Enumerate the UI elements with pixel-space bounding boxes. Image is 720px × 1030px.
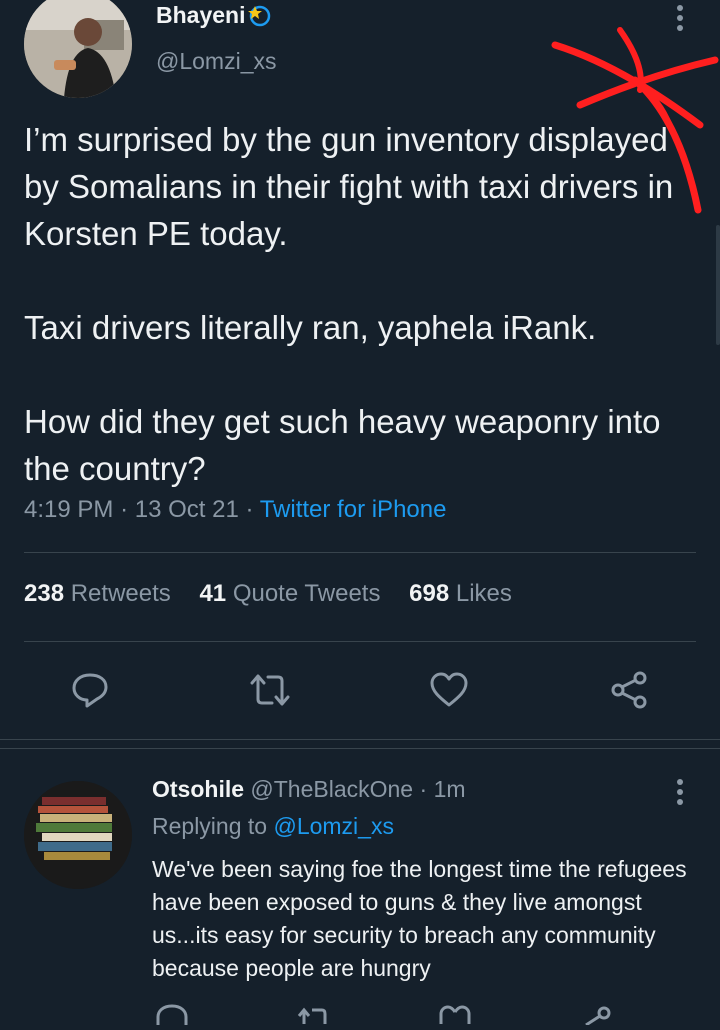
tweet-text: I’m surprised by the gun inventory displ… <box>24 121 674 487</box>
divider <box>0 748 720 749</box>
tweet-stats: 238 Retweets 41 Quote Tweets 698 Likes <box>24 580 534 608</box>
retweets-stat[interactable]: 238 Retweets <box>24 580 171 607</box>
share-icon <box>611 671 647 709</box>
scrollbar[interactable] <box>716 225 720 345</box>
reply-author-avatar[interactable] <box>24 781 132 889</box>
quotes-label: Quote Tweets <box>232 580 381 607</box>
likes-label: Likes <box>455 580 512 607</box>
reply-header: Otsohile @TheBlackOne · 1m <box>152 776 466 803</box>
reply-button[interactable] <box>68 668 112 712</box>
author-display-name[interactable]: Bhayeni <box>156 2 271 29</box>
reply-reply-button[interactable] <box>155 1003 189 1030</box>
author-avatar[interactable] <box>24 0 132 98</box>
meta-separator: · <box>419 776 434 802</box>
author-name-text: Bhayeni <box>156 2 246 28</box>
reply-display-name[interactable]: Otsohile <box>152 776 244 802</box>
more-vertical-icon[interactable] <box>670 4 690 34</box>
retweets-label: Retweets <box>70 580 171 607</box>
share-icon <box>585 1006 611 1027</box>
replying-prefix: Replying to <box>152 813 268 839</box>
author-handle[interactable]: @Lomzi_xs <box>156 48 277 75</box>
tweet-date[interactable]: 13 Oct 21 <box>135 496 239 523</box>
reply-time[interactable]: 1m <box>434 776 466 802</box>
divider <box>24 641 696 642</box>
replying-to-line: Replying to @Lomzi_xs <box>152 813 394 840</box>
reply-text: We've been saying foe the longest time t… <box>152 856 687 981</box>
divider <box>0 739 720 740</box>
replying-mention-link[interactable]: @Lomzi_xs <box>273 813 394 839</box>
share-button[interactable] <box>607 668 651 712</box>
like-button[interactable] <box>427 668 471 712</box>
likes-count: 698 <box>409 580 450 607</box>
quotes-count: 41 <box>199 580 227 607</box>
tweet-source-link[interactable]: Twitter for iPhone <box>260 496 447 523</box>
tweet-time[interactable]: 4:19 PM <box>24 496 113 523</box>
reply-icon <box>156 1004 188 1025</box>
likes-stat[interactable]: 698 Likes <box>409 580 512 607</box>
quotes-stat[interactable]: 41 Quote Tweets <box>199 580 380 607</box>
retweet-button[interactable] <box>248 668 292 712</box>
meta-separator: · <box>120 496 135 523</box>
heart-icon <box>439 1005 471 1024</box>
retweet-icon <box>297 1007 327 1024</box>
reply-handle[interactable]: @TheBlackOne <box>250 776 413 802</box>
retweets-count: 238 <box>24 580 65 607</box>
retweet-icon <box>250 674 290 706</box>
emoji-badge-icon <box>247 3 271 27</box>
more-vertical-icon[interactable] <box>670 778 690 808</box>
heart-icon <box>430 672 468 707</box>
reply-like-button[interactable] <box>438 1004 472 1029</box>
tweet-meta: 4:19 PM · 13 Oct 21 · Twitter for iPhone <box>24 496 446 524</box>
divider <box>24 552 696 553</box>
reply-icon <box>72 673 108 708</box>
reply-retweet-button[interactable] <box>296 1006 330 1029</box>
reply-share-button[interactable] <box>580 1003 614 1030</box>
meta-separator: · <box>245 496 260 523</box>
